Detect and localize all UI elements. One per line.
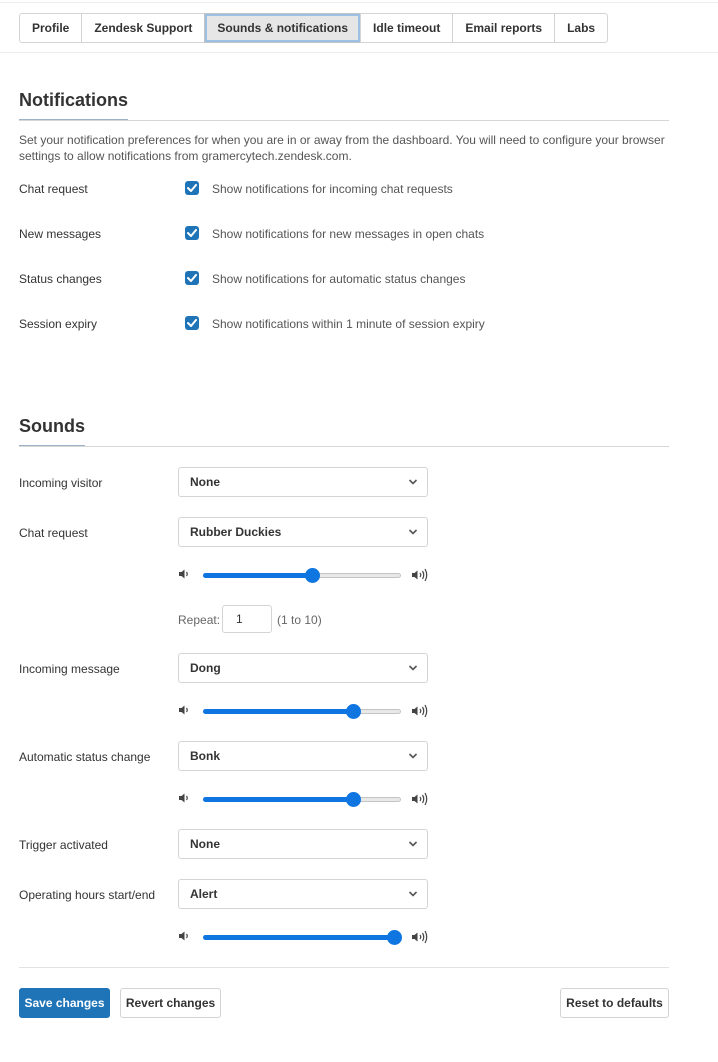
reset-to-defaults-button[interactable]: Reset to defaults: [560, 988, 669, 1018]
select-value: Bonk: [190, 749, 220, 763]
slider-fill: [203, 935, 394, 940]
volume-high-icon: [412, 792, 428, 806]
checkbox-new-messages[interactable]: [185, 226, 199, 240]
checkbox-chat-request[interactable]: [185, 181, 199, 195]
top-divider: [0, 2, 718, 3]
label-chat-request-sound: Chat request: [19, 526, 88, 540]
chevron-down-icon: [408, 665, 418, 671]
volume-slider-automatic-status-change[interactable]: [203, 792, 401, 807]
tab-zendesk-support[interactable]: Zendesk Support: [81, 13, 206, 43]
volume-low-icon: [179, 931, 188, 941]
volume-high-icon: [412, 930, 428, 944]
label-trigger-activated: Trigger activated: [19, 838, 108, 852]
label-chat-request: Chat request: [19, 182, 88, 196]
slider-fill: [203, 573, 312, 578]
sounds-rule: [19, 446, 669, 447]
repeat-label: Repeat:: [178, 613, 221, 627]
checkbox-text-chat-request: Show notifications for incoming chat req…: [212, 182, 453, 196]
label-new-messages: New messages: [19, 227, 102, 241]
select-incoming-visitor[interactable]: None: [178, 467, 428, 497]
select-trigger-activated[interactable]: None: [178, 829, 428, 859]
label-operating-hours: Operating hours start/end: [19, 888, 156, 902]
checkbox-text-session-expiry: Show notifications within 1 minute of se…: [212, 317, 485, 331]
chevron-down-icon: [408, 479, 418, 485]
tab-email-reports[interactable]: Email reports: [452, 13, 556, 43]
slider-fill: [203, 709, 354, 714]
select-value: None: [190, 475, 220, 489]
tab-sounds-notifications[interactable]: Sounds & notifications: [204, 13, 362, 43]
volume-slider-chat-request[interactable]: [203, 568, 401, 583]
tab-profile[interactable]: Profile: [19, 13, 83, 43]
select-value: Alert: [190, 887, 218, 901]
repeat-hint: (1 to 10): [277, 613, 322, 627]
select-incoming-message[interactable]: Dong: [178, 653, 428, 683]
tab-idle-timeout[interactable]: Idle timeout: [360, 13, 454, 43]
notifications-rule: [19, 120, 669, 121]
footer-divider: [19, 967, 669, 968]
select-chat-request-sound[interactable]: Rubber Duckies: [178, 517, 428, 547]
check-icon: [187, 274, 197, 282]
chevron-down-icon: [408, 753, 418, 759]
slider-fill: [203, 797, 354, 802]
volume-high-icon: [412, 704, 428, 718]
volume-low-icon: [179, 705, 188, 715]
slider-thumb[interactable]: [304, 568, 320, 583]
slider-thumb[interactable]: [346, 792, 362, 807]
select-value: Rubber Duckies: [190, 525, 282, 539]
label-incoming-message: Incoming message: [19, 662, 120, 676]
volume-low-icon: [179, 569, 188, 579]
notifications-heading: Notifications: [19, 90, 129, 121]
slider-thumb[interactable]: [387, 930, 402, 945]
save-changes-button[interactable]: Save changes: [19, 988, 110, 1018]
select-value: Dong: [190, 661, 221, 675]
volume-high-icon: [412, 568, 428, 582]
notifications-description: Set your notification preferences for wh…: [19, 133, 665, 163]
tab-labs[interactable]: Labs: [554, 13, 609, 43]
checkbox-session-expiry[interactable]: [185, 316, 199, 330]
chevron-down-icon: [408, 529, 418, 535]
label-incoming-visitor: Incoming visitor: [19, 476, 103, 490]
volume-slider-operating-hours[interactable]: [203, 930, 402, 945]
checkbox-status-changes[interactable]: [185, 271, 199, 285]
select-value: None: [190, 837, 220, 851]
label-status-changes: Status changes: [19, 272, 102, 286]
settings-tabs: Profile Zendesk Support Sounds & notific…: [19, 13, 609, 43]
volume-slider-incoming-message[interactable]: [203, 704, 401, 719]
tabbar-divider: [0, 52, 718, 53]
checkbox-text-new-messages: Show notifications for new messages in o…: [212, 227, 485, 241]
label-automatic-status-change: Automatic status change: [19, 750, 151, 764]
checkbox-text-status-changes: Show notifications for automatic status …: [212, 272, 466, 286]
sounds-heading: Sounds: [19, 416, 85, 447]
repeat-input[interactable]: 1: [222, 605, 272, 633]
check-icon: [187, 319, 197, 327]
select-operating-hours[interactable]: Alert: [178, 879, 428, 909]
label-session-expiry: Session expiry: [19, 317, 98, 331]
chevron-down-icon: [408, 891, 418, 897]
check-icon: [187, 184, 197, 192]
select-automatic-status-change[interactable]: Bonk: [178, 741, 428, 771]
slider-thumb[interactable]: [346, 704, 362, 719]
volume-low-icon: [179, 793, 188, 803]
revert-changes-button[interactable]: Revert changes: [120, 988, 221, 1018]
chevron-down-icon: [408, 841, 418, 847]
check-icon: [187, 229, 197, 237]
